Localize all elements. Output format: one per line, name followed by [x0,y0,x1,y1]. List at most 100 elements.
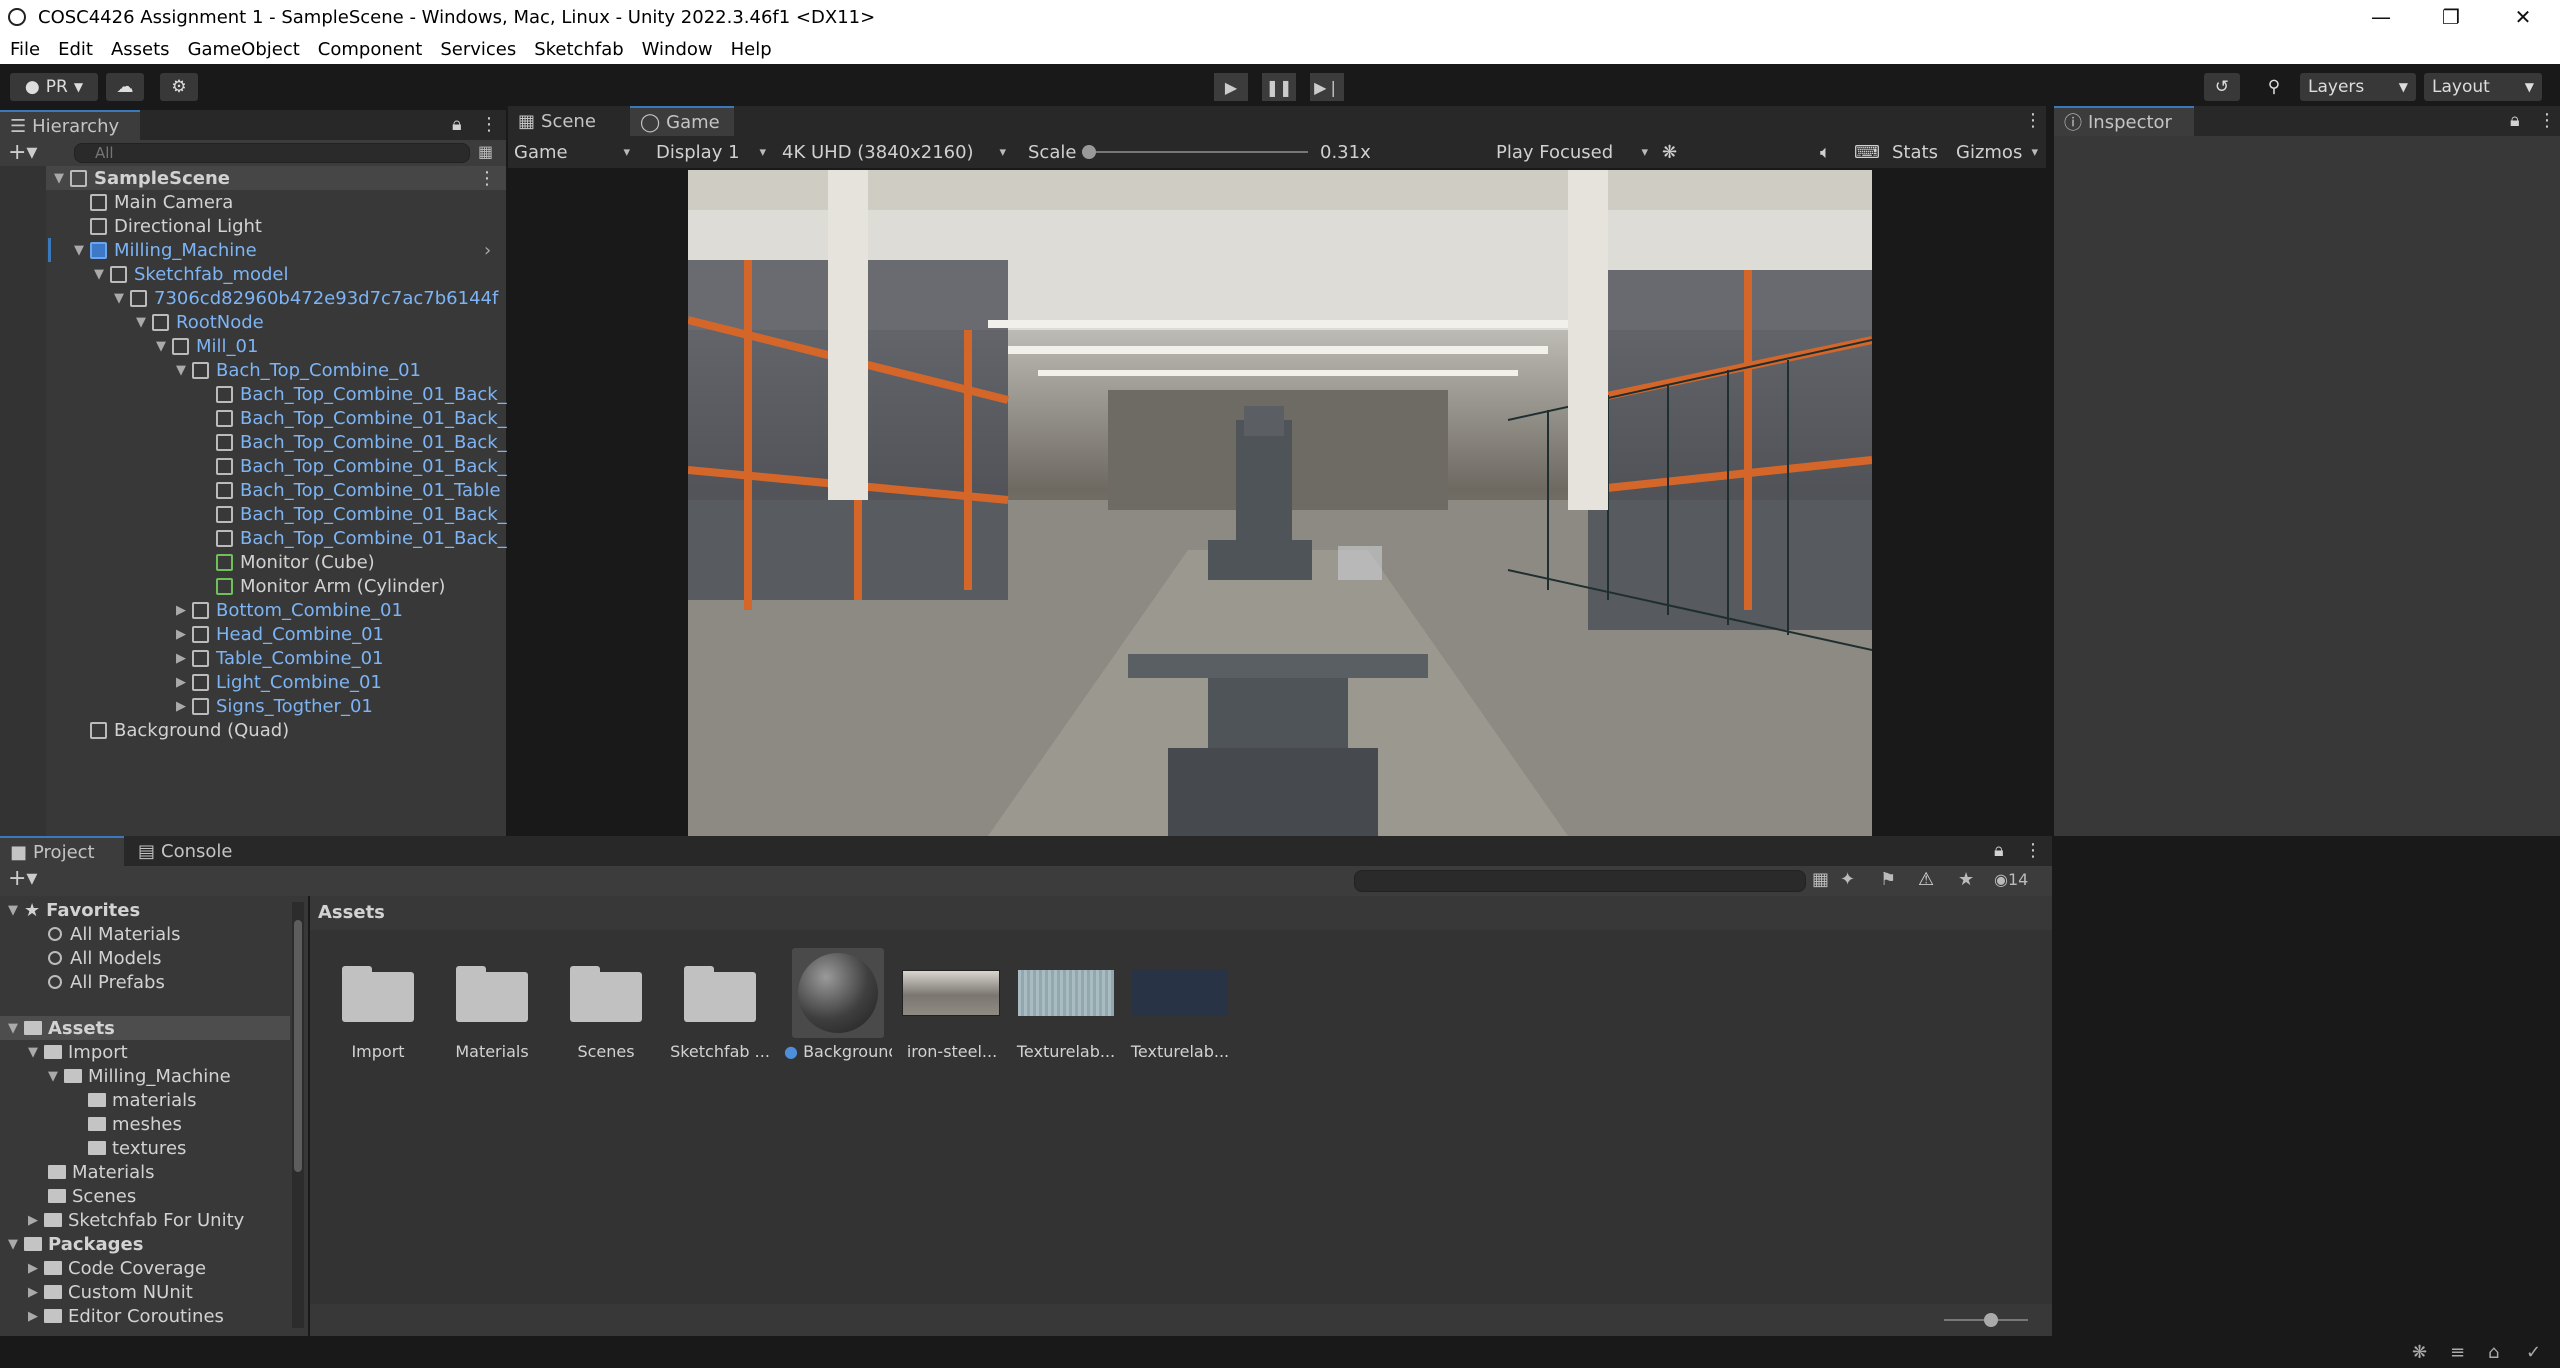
keyboard-icon[interactable]: ⌨ [1848,139,1880,165]
tree-row-bach-child[interactable]: Bach_Top_Combine_01_Back_ [0,406,508,430]
filter-icon[interactable]: ▦ [478,142,493,161]
tree-row-rootnode[interactable]: ▼ RootNode [0,310,508,334]
menu-services[interactable]: Services [440,39,516,60]
hierarchy-search-input[interactable] [74,143,470,163]
menu-assets[interactable]: Assets [111,39,170,60]
tree-row-light-combine[interactable]: ▶ Light_Combine_01 [0,670,508,694]
play-button[interactable]: ▶ [1214,73,1248,101]
expanded-arrow-icon[interactable]: ▼ [26,1045,40,1060]
filter-by-type-icon[interactable]: ▦ [1812,869,1829,890]
collapsed-arrow-icon[interactable]: ▶ [174,675,188,690]
game-render-image[interactable] [688,170,1872,836]
collapsed-arrow-icon[interactable]: ▶ [174,603,188,618]
collapsed-arrow-icon[interactable]: ▶ [174,699,188,714]
tree-row-table-combine[interactable]: ▶ Table_Combine_01 [0,646,508,670]
tab-project[interactable]: ■ Project [0,836,124,866]
favorites-header[interactable]: ▼ ★ Favorites [6,898,140,922]
kebab-menu-icon[interactable]: ⋮ [2024,840,2042,861]
tree-row-bottom-combine[interactable]: ▶ Bottom_Combine_01 [0,598,508,622]
layers-dropdown[interactable]: Layers ▼ [2300,73,2416,101]
kebab-menu-icon[interactable]: ⋮ [480,114,498,135]
project-search-input[interactable] [1354,870,1806,892]
scale-slider-track[interactable] [1088,151,1308,153]
cloud-button[interactable]: ☁ [106,73,144,101]
menu-edit[interactable]: Edit [58,39,93,60]
menu-component[interactable]: Component [318,39,423,60]
tree-row-samplescene[interactable]: ▼ SampleScene ⋮ [0,166,508,190]
asset-texture-texturelab-2[interactable] [1132,970,1228,1016]
tree-row-bach-child[interactable]: Bach_Top_Combine_01_Back_ [0,430,508,454]
tree-row-monitor-cube[interactable]: Monitor (Cube) [0,550,508,574]
menu-help[interactable]: Help [731,39,772,60]
asset-folder-materials[interactable] [456,962,528,1022]
tree-row-bach-top-combine[interactable]: ▼ Bach_Top_Combine_01 [0,358,508,382]
folder-materials[interactable]: Materials [48,1160,155,1184]
collapsed-arrow-icon[interactable]: ▶ [174,627,188,642]
expanded-arrow-icon[interactable]: ▼ [72,243,86,258]
lock-icon[interactable]: 🔒︎ [1994,840,2004,861]
tree-row-guid-node[interactable]: ▼ 7306cd82960b472e93d7c7ac7b6144f [0,286,508,310]
tree-row-bach-child[interactable]: Bach_Top_Combine_01_Back_ [0,454,508,478]
favorite-all-models[interactable]: All Models [48,946,161,970]
chevron-right-icon[interactable]: › [484,240,491,261]
collapsed-arrow-icon[interactable]: ▶ [26,1261,40,1276]
tree-scrollbar[interactable] [292,902,304,1328]
scale-slider-thumb[interactable] [1082,145,1096,159]
expanded-arrow-icon[interactable]: ▼ [6,1021,20,1036]
bug-icon[interactable]: ❋ [1656,139,1686,165]
package-editor-coroutines[interactable]: ▶ Editor Coroutines [26,1304,224,1328]
tree-row-bach-child[interactable]: Bach_Top_Combine_01_Back_ [0,526,508,550]
icon-size-slider-thumb[interactable] [1984,1313,1998,1327]
tab-hierarchy[interactable]: ☰ Hierarchy [0,110,140,140]
tab-scene[interactable]: ▦ Scene [508,106,626,136]
favorite-all-materials[interactable]: All Materials [48,922,181,946]
warning-icon[interactable]: ⚠ [1918,869,1934,890]
folder-textures[interactable]: textures [88,1136,186,1160]
expanded-arrow-icon[interactable]: ▼ [154,339,168,354]
collab-button[interactable]: ⚙ [160,73,198,101]
tree-row-mill-01[interactable]: ▼ Mill_01 [0,334,508,358]
view-type-dropdown[interactable]: Game [508,139,638,165]
tree-row-bach-child[interactable]: Bach_Top_Combine_01_Back_ [0,502,508,526]
asset-material-background[interactable] [792,948,884,1038]
packages-root[interactable]: ▼ Packages [6,1232,143,1256]
kebab-menu-icon[interactable]: ⋮ [2538,110,2556,131]
package-code-coverage[interactable]: ▶ Code Coverage [26,1256,206,1280]
play-mode-dropdown[interactable]: Play Focused [1490,139,1656,165]
tree-row-directional-light[interactable]: Directional Light [0,214,508,238]
hidden-packages-toggle[interactable]: ◉14 [1994,870,2028,889]
add-icon[interactable]: +▾ [8,866,37,891]
folder-scenes[interactable]: Scenes [48,1184,136,1208]
tree-row-background-quad[interactable]: Background (Quad) [0,718,508,742]
collapsed-arrow-icon[interactable]: ▶ [26,1309,40,1324]
add-icon[interactable]: +▾ [8,140,37,165]
scrollbar-thumb[interactable] [294,920,302,1172]
network-icon[interactable]: ⌂ [2488,1342,2499,1363]
tree-row-main-camera[interactable]: Main Camera [0,190,508,214]
gizmos-dropdown[interactable]: Gizmos [1950,139,2044,165]
pause-button[interactable]: ❚❚ [1262,73,1296,101]
undo-history-button[interactable]: ↺ [2204,73,2240,101]
check-circle-icon[interactable]: ✓ [2526,1342,2541,1363]
assets-root[interactable]: ▼ Assets [6,1016,115,1040]
expanded-arrow-icon[interactable]: ▼ [52,171,66,186]
asset-folder-sketchfab[interactable] [684,962,756,1022]
menu-sketchfab[interactable]: Sketchfab [534,39,623,60]
expanded-arrow-icon[interactable]: ▼ [6,903,20,918]
expanded-arrow-icon[interactable]: ▼ [92,267,106,282]
tree-row-milling-machine[interactable]: ▼ Milling_Machine › [0,238,508,262]
kebab-menu-icon[interactable]: ⋮ [478,168,496,189]
folder-sketchfab-for-unity[interactable]: ▶ Sketchfab For Unity [26,1208,244,1232]
menu-file[interactable]: File [10,39,40,60]
lock-icon[interactable]: 🔒︎ [2510,110,2520,131]
bug-icon[interactable]: ❋ [2412,1342,2427,1363]
expanded-arrow-icon[interactable]: ▼ [112,291,126,306]
tree-row-monitor-arm[interactable]: Monitor Arm (Cylinder) [0,574,508,598]
expanded-arrow-icon[interactable]: ▼ [174,363,188,378]
breadcrumb[interactable]: Assets [318,902,385,923]
asset-texture-texturelab-1[interactable] [1018,970,1114,1016]
folder-import[interactable]: ▼ Import [26,1040,128,1064]
layout-dropdown[interactable]: Layout ▼ [2424,73,2542,101]
folder-meshes[interactable]: meshes [88,1112,182,1136]
expanded-arrow-icon[interactable]: ▼ [134,315,148,330]
